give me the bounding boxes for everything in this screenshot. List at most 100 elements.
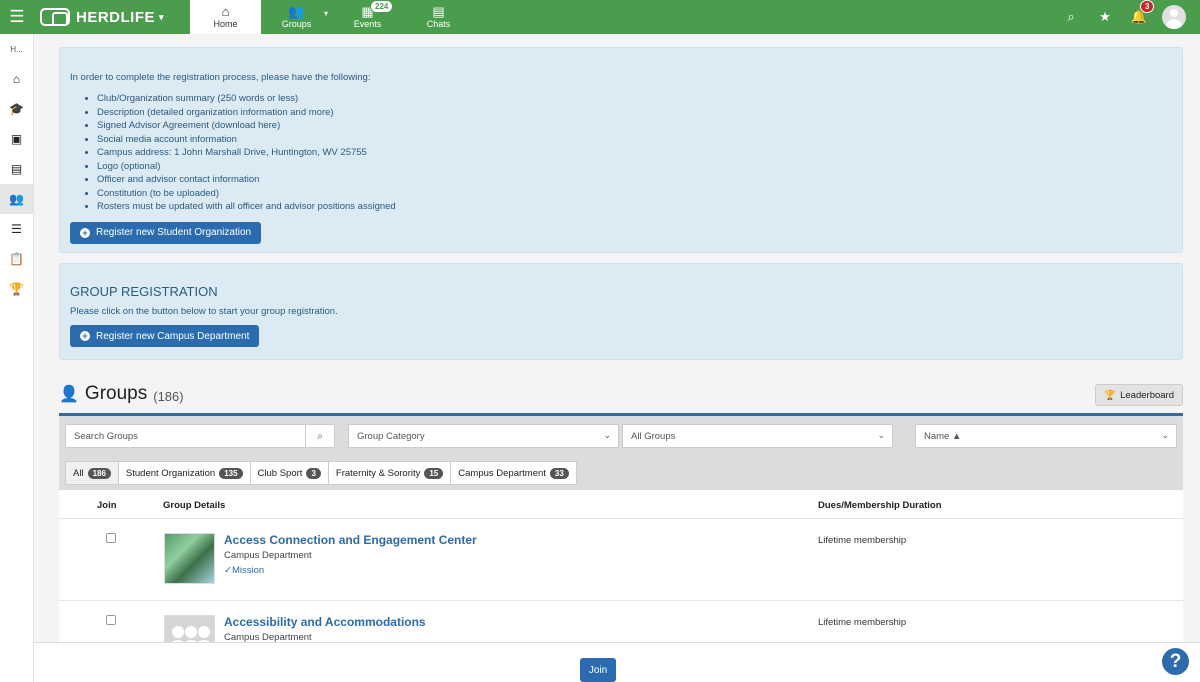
trophy-icon: 🏆	[9, 282, 24, 296]
groups-table: Join Group Details Dues/Membership Durat…	[59, 490, 1183, 642]
chip-campus-department[interactable]: Campus Department 33	[450, 461, 577, 485]
list-item: Constitution (to be uploaded)	[97, 187, 1172, 201]
chip-count: 135	[219, 467, 243, 479]
search-groups-input[interactable]: Search Groups ⌕	[65, 424, 335, 448]
chip-label: Club Sport	[257, 467, 303, 479]
chip-count: 33	[549, 467, 569, 479]
help-button[interactable]: ?	[1162, 648, 1189, 675]
register-student-org-button[interactable]: + Register new Student Organization	[70, 221, 262, 244]
sidebar-item-id-card[interactable]: ▤	[0, 154, 33, 184]
groups-title: Groups	[84, 383, 148, 404]
join-footer-bar: Join	[34, 642, 1200, 682]
group-category: Campus Department	[224, 632, 312, 642]
sidebar-header-label: H...	[10, 44, 23, 54]
user-avatar[interactable]	[1162, 5, 1186, 29]
nav-tab-label: Home	[213, 19, 238, 29]
graduation-cap-icon: 🎓	[9, 102, 24, 116]
home-icon: ⌂	[221, 4, 230, 19]
join-checkbox[interactable]	[106, 615, 116, 625]
nav-tab-chats[interactable]: ▤ Chats	[403, 0, 474, 34]
brand-caret-icon: ▾	[159, 11, 165, 22]
chevron-down-icon: ⌄	[877, 430, 885, 440]
group-thumbnail[interactable]	[164, 533, 215, 584]
nav-tab-home[interactable]: ⌂ Home	[190, 0, 261, 34]
chevron-down-icon: ⌄	[603, 430, 611, 440]
sidebar-item-groups[interactable]: 👥	[0, 184, 33, 214]
group-dues: Lifetime membership	[818, 535, 907, 546]
search-icon: ⌕	[317, 430, 323, 442]
events-count-badge: 224	[370, 0, 394, 13]
brand-logo[interactable]: HERDLIFE ▾	[40, 8, 164, 26]
nav-tab-groups[interactable]: 👥 Groups ▾	[261, 0, 332, 34]
group-name-link[interactable]: Accessibility and Accommodations	[224, 615, 426, 629]
join-checkbox[interactable]	[106, 533, 116, 543]
hamburger-menu-icon[interactable]: ☰	[0, 0, 34, 34]
left-sidebar: H... ⌂ 🎓 ▣ ▤ 👥 ☰ 📋 🏆	[0, 34, 34, 682]
sidebar-item-academics[interactable]: 🎓	[0, 94, 33, 124]
clipboard-icon: 📋	[9, 252, 24, 266]
sort-select[interactable]: Name ▲ ⌄	[915, 424, 1177, 448]
brand-name: HERDLIFE	[76, 8, 155, 26]
category-filter-chips: All 186 Student Organization 135 Club Sp…	[65, 461, 577, 485]
chip-all[interactable]: All 186	[65, 461, 118, 485]
sidebar-item-leaderboard[interactable]: 🏆	[0, 274, 33, 304]
nav-tab-events[interactable]: ▦ Events 224	[332, 0, 403, 34]
groups-icon: 👥	[9, 192, 24, 206]
notification-count-badge: 3	[1140, 0, 1155, 13]
chip-student-organization[interactable]: Student Organization 135	[117, 461, 250, 485]
sidebar-item-forms[interactable]: 📋	[0, 244, 33, 274]
register-campus-department-button[interactable]: + Register new Campus Department	[70, 325, 260, 347]
chip-count: 186	[87, 467, 111, 479]
chip-count: 15	[424, 467, 444, 479]
groups-user-icon: 👤	[59, 386, 79, 403]
list-item: Social media account information	[97, 133, 1172, 147]
table-header: Join Group Details Dues/Membership Durat…	[59, 490, 1183, 519]
search-button[interactable]: ⌕	[305, 425, 334, 447]
join-button[interactable]: Join	[580, 658, 616, 682]
table-row: Access Connection and Engagement Center …	[59, 519, 1183, 601]
chevron-down-icon[interactable]: ▾	[324, 9, 328, 18]
nav-tab-label: Groups	[281, 19, 312, 29]
group-registration-title: GROUP REGISTRATION	[70, 284, 218, 299]
plus-circle-icon: +	[80, 227, 90, 238]
list-item: Signed Advisor Agreement (download here)	[97, 119, 1172, 133]
sidebar-item-profile[interactable]: ▣	[0, 124, 33, 154]
search-placeholder: Search Groups	[74, 430, 138, 442]
chat-icon: ▤	[432, 4, 445, 19]
star-icon[interactable]: ★	[1088, 0, 1122, 34]
group-placeholder-thumbnail[interactable]	[164, 615, 215, 642]
top-nav-bar: ☰ HERDLIFE ▾ ⌂ Home 👥 Groups ▾ ▦ Events …	[0, 0, 1200, 34]
mission-link[interactable]: ✓Mission	[224, 565, 264, 576]
chip-label: All	[73, 467, 84, 479]
bell-icon[interactable]: 🔔 3	[1122, 0, 1156, 34]
table-row: Accessibility and Accommodations Campus …	[59, 601, 1183, 642]
column-header-join: Join	[97, 500, 117, 511]
chevron-down-icon: ⌄	[1161, 430, 1169, 440]
leaderboard-button[interactable]: 🏆 Leaderboard	[1095, 384, 1183, 406]
search-icon[interactable]: ⌕	[1054, 0, 1088, 34]
button-label: Register new Campus Department	[96, 330, 250, 342]
column-header-group-details: Group Details	[163, 500, 226, 511]
nav-tab-label: Chats	[426, 19, 451, 29]
chip-club-sport[interactable]: Club Sport 3	[249, 461, 328, 485]
sidebar-item-events[interactable]: ☰	[0, 214, 33, 244]
chip-count: 3	[306, 467, 321, 479]
select-value: Name ▲	[924, 430, 962, 442]
chip-label: Fraternity & Sorority	[335, 467, 421, 479]
main-content: In order to complete the registration pr…	[59, 47, 1183, 360]
group-category: Campus Department	[224, 550, 312, 561]
select-value: Group Category	[357, 430, 425, 442]
groups-icon: 👥	[288, 4, 305, 19]
registration-requirements-list: Club/Organization summary (250 words or …	[97, 92, 1172, 214]
group-category-select[interactable]: Group Category ⌄	[348, 424, 619, 448]
list-item: Officer and advisor contact information	[97, 173, 1172, 187]
group-name-link[interactable]: Access Connection and Engagement Center	[224, 533, 477, 547]
chip-fraternity-sorority[interactable]: Fraternity & Sorority 15	[327, 461, 451, 485]
list-item: Description (detailed organization infor…	[97, 106, 1172, 120]
all-groups-select[interactable]: All Groups ⌄	[622, 424, 893, 448]
check-circle-icon: ✓	[224, 565, 232, 576]
list-item: Logo (optional)	[97, 160, 1172, 174]
sidebar-item-home[interactable]: ⌂	[0, 64, 33, 94]
plus-circle-icon: +	[80, 331, 90, 341]
id-card-icon: ▤	[10, 162, 23, 176]
